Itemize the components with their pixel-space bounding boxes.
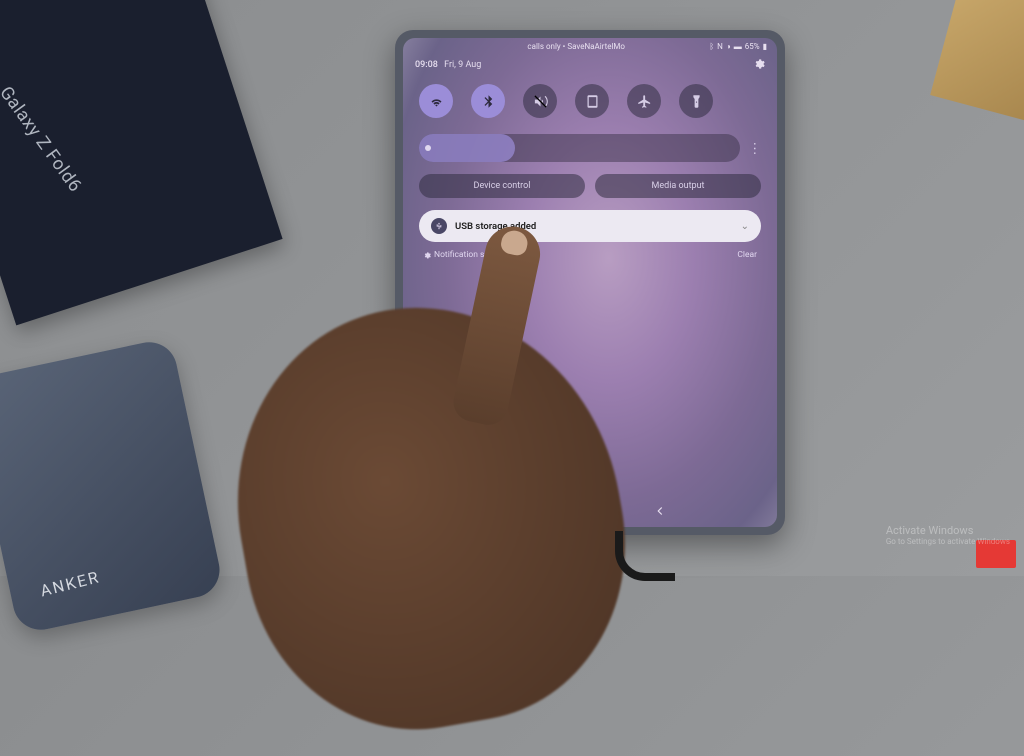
- brightness-min-icon: [425, 145, 431, 151]
- back-button[interactable]: [653, 504, 667, 521]
- galaxy-box-prop: Galaxy Z Fold6: [0, 0, 283, 325]
- rotation-toggle[interactable]: [575, 84, 609, 118]
- usb-notification[interactable]: USB storage added ⌄: [419, 210, 761, 242]
- time-text: 09:08: [415, 60, 438, 70]
- battery-percent: 65%: [745, 42, 760, 51]
- nfc-icon: N: [717, 42, 723, 51]
- windows-watermark: Activate Windows Go to Settings to activ…: [886, 524, 1010, 546]
- status-bar: calls only • SaveNaAirtelMo ᛒ N ◑ ▬ 65% …: [403, 38, 777, 53]
- date-text: Fri, 9 Aug: [444, 60, 481, 70]
- anker-powerbank-prop: ANKER: [0, 337, 225, 635]
- sound-toggle[interactable]: [523, 84, 557, 118]
- battery-icon: ▮: [763, 42, 767, 51]
- media-output-button[interactable]: Media output: [595, 174, 761, 198]
- brightness-more-icon[interactable]: ⋯: [752, 142, 758, 155]
- control-pill-row: Device control Media output: [403, 170, 777, 206]
- usb-icon: [431, 218, 447, 234]
- brightness-fill: [419, 134, 515, 162]
- airplane-toggle[interactable]: [627, 84, 661, 118]
- wifi-status-icon: ◑: [726, 42, 731, 51]
- flashlight-toggle[interactable]: [679, 84, 713, 118]
- panel-header: 09:08 Fri, 9 Aug: [403, 53, 777, 78]
- status-icons: ᛒ N ◑ ▬ 65% ▮: [709, 42, 767, 51]
- wood-block-prop: [930, 0, 1024, 121]
- settings-gear-icon[interactable]: [753, 55, 765, 74]
- chevron-down-icon[interactable]: ⌄: [741, 221, 749, 232]
- watermark-title: Activate Windows: [886, 524, 974, 537]
- anker-label: ANKER: [38, 567, 102, 600]
- quick-toggle-row: [403, 78, 777, 124]
- carrier-text: calls only • SaveNaAirtelMo: [443, 42, 709, 51]
- galaxy-box-label: Galaxy Z Fold6: [0, 83, 86, 197]
- bluetooth-toggle[interactable]: [471, 84, 505, 118]
- datetime[interactable]: 09:08 Fri, 9 Aug: [415, 60, 481, 70]
- clear-button[interactable]: Clear: [737, 250, 757, 260]
- notification-footer: Notification settings Clear: [403, 246, 777, 264]
- wifi-toggle[interactable]: [419, 84, 453, 118]
- fingernail: [499, 228, 529, 257]
- signal-icon: ▬: [734, 42, 742, 51]
- bluetooth-status-icon: ᛒ: [709, 42, 714, 51]
- brightness-row: ⋯: [403, 124, 777, 170]
- device-control-button[interactable]: Device control: [419, 174, 585, 198]
- usb-cable-prop: [615, 531, 675, 581]
- watermark-sub: Go to Settings to activate Windows: [886, 537, 1010, 546]
- brightness-slider[interactable]: [419, 134, 740, 162]
